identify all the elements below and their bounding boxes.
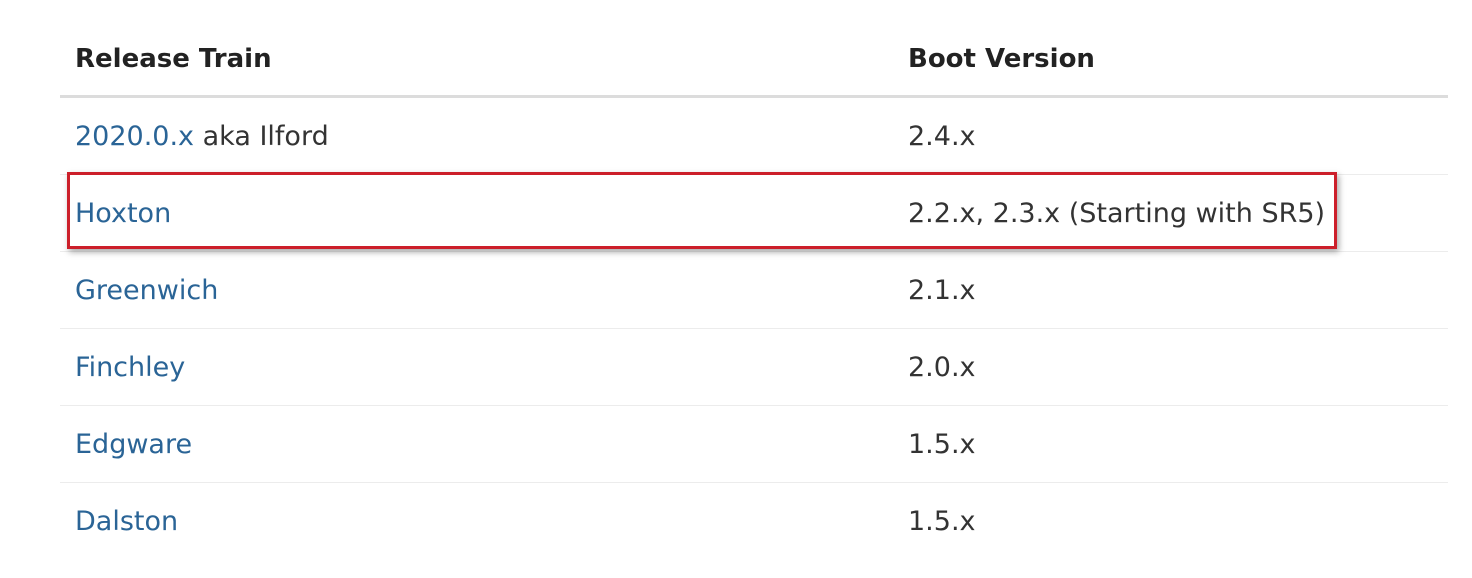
release-train-link[interactable]: Edgware <box>75 429 192 460</box>
table-row: Finchley 2.0.x <box>60 329 1448 406</box>
release-train-cell: Greenwich <box>75 252 218 328</box>
release-train-link[interactable]: Finchley <box>75 352 185 383</box>
table-row: Greenwich 2.1.x <box>60 252 1448 329</box>
header-boot-version: Boot Version <box>908 43 1095 74</box>
release-train-cell: Dalston <box>75 483 178 559</box>
table-header-row: Release Train Boot Version <box>60 22 1448 98</box>
boot-version-cell: 2.4.x <box>908 120 976 152</box>
release-train-link[interactable]: Greenwich <box>75 275 218 306</box>
release-train-alias: aka Ilford <box>194 120 329 152</box>
release-train-link[interactable]: 2020.0.x <box>75 121 194 152</box>
table-row: Hoxton 2.2.x, 2.3.x (Starting with SR5) <box>60 175 1448 252</box>
release-train-table: Release Train Boot Version 2020.0.x aka … <box>60 22 1448 559</box>
boot-version-cell: 2.1.x <box>908 274 976 306</box>
boot-version-cell: 1.5.x <box>908 505 976 537</box>
boot-version-cell: 1.5.x <box>908 428 976 460</box>
table-row: 2020.0.x aka Ilford 2.4.x <box>60 98 1448 175</box>
release-train-cell: Hoxton <box>75 175 171 251</box>
release-train-link[interactable]: Hoxton <box>75 198 171 229</box>
table-row: Dalston 1.5.x <box>60 483 1448 559</box>
release-train-cell: Finchley <box>75 329 185 405</box>
header-release-train: Release Train <box>75 43 272 74</box>
boot-version-cell: 2.0.x <box>908 351 976 383</box>
table-row: Edgware 1.5.x <box>60 406 1448 483</box>
release-train-cell: 2020.0.x aka Ilford <box>75 98 329 174</box>
release-train-cell: Edgware <box>75 406 192 482</box>
boot-version-cell: 2.2.x, 2.3.x (Starting with SR5) <box>908 197 1326 229</box>
release-train-link[interactable]: Dalston <box>75 506 178 537</box>
